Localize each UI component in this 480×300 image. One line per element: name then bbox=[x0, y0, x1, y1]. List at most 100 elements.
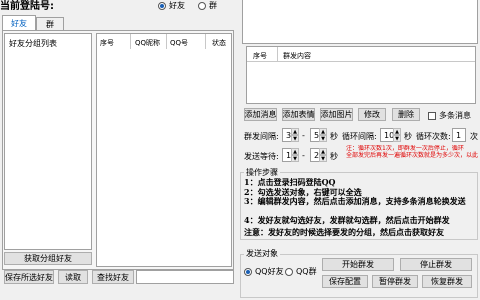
tab-friend[interactable]: 好友 bbox=[2, 15, 36, 30]
loop-interval-label: 循环间隔: bbox=[342, 132, 377, 141]
target-radio-qq-friend[interactable]: QQ好友 bbox=[244, 266, 284, 277]
checkbox-icon bbox=[428, 111, 436, 120]
spin-down-icon[interactable]: ▼ bbox=[291, 135, 299, 142]
edit-label: 修改 bbox=[364, 110, 380, 119]
col-divider bbox=[205, 34, 206, 49]
loop-seconds-label: 秒 bbox=[404, 132, 412, 141]
stop-send-label: 停止群发 bbox=[420, 260, 452, 269]
radio-selected-icon bbox=[158, 1, 166, 10]
top-right-area bbox=[242, 0, 478, 44]
spin-down-icon[interactable]: ▼ bbox=[291, 155, 299, 162]
spin-up-icon[interactable]: ▲ bbox=[291, 148, 299, 155]
loop-count-input[interactable]: 1 bbox=[452, 128, 466, 142]
stop-send-button[interactable]: 停止群发 bbox=[400, 258, 472, 271]
target-radio-qq-group[interactable]: QQ群 bbox=[285, 266, 317, 277]
group-list-title: 好友分组列表 bbox=[9, 39, 57, 48]
pause-send-label: 暂停群发 bbox=[379, 277, 411, 286]
spin-up-icon[interactable]: ▲ bbox=[319, 148, 327, 155]
loop-count-value: 1 bbox=[456, 130, 462, 140]
save-selected-friends-label: 保存所选好友 bbox=[5, 272, 53, 282]
header-radio-friend[interactable]: 好友 bbox=[158, 0, 185, 11]
tab-group[interactable]: 群 bbox=[36, 17, 64, 30]
loop-note-line-2: 全部发完后再发一遍循环次数就是为多少次，以此类推。 bbox=[346, 152, 478, 159]
msg-col-header-content: 群发内容 bbox=[283, 52, 311, 60]
current-login-label: 当前登陆号: bbox=[0, 1, 54, 12]
get-group-friends-label: 获取分组好友 bbox=[24, 254, 72, 263]
col-divider bbox=[166, 34, 167, 49]
wait-from-spinner[interactable]: ▲ ▼ bbox=[291, 148, 299, 162]
step-3: 3：编辑群发内容，然后点击添加消息，支持多条消息轮换发送 bbox=[244, 196, 466, 206]
add-message-label: 添加消息 bbox=[244, 110, 277, 119]
spin-up-icon[interactable]: ▲ bbox=[291, 128, 299, 135]
start-send-button[interactable]: 开始群发 bbox=[322, 258, 394, 271]
pause-send-button[interactable]: 暂停群发 bbox=[372, 275, 418, 288]
start-send-label: 开始群发 bbox=[342, 260, 374, 269]
interval-to-spinner[interactable]: ▲ ▼ bbox=[319, 128, 327, 142]
steps-note: 注意：发好友的时候选择要发的分组，然后点击获取好友 bbox=[244, 227, 444, 237]
interval-from-spinner[interactable]: ▲ ▼ bbox=[291, 128, 299, 142]
find-friend-label: 查找好友 bbox=[97, 272, 129, 282]
get-group-friends-button[interactable]: 获取分组好友 bbox=[4, 252, 92, 265]
col-header-qq: QQ号 bbox=[170, 39, 189, 47]
save-config-button[interactable]: 保存配置 bbox=[322, 275, 368, 288]
edit-button[interactable]: 修改 bbox=[358, 108, 386, 121]
wait-seconds-label: 秒 bbox=[330, 152, 338, 161]
message-table[interactable]: 序号 群发内容 bbox=[246, 46, 476, 104]
steps-title: 操作步骤 bbox=[244, 167, 280, 178]
radio-unselected-icon bbox=[285, 267, 293, 276]
radio-selected-icon bbox=[244, 267, 252, 276]
target-radio-qq-group-label: QQ群 bbox=[296, 267, 317, 276]
col-divider bbox=[277, 47, 278, 61]
multi-message-checkbox[interactable]: 多条消息 bbox=[428, 110, 471, 121]
wait-to-spinner[interactable]: ▲ ▼ bbox=[319, 148, 327, 162]
header-radio-friend-label: 好友 bbox=[169, 1, 185, 10]
loop-interval-spinner[interactable]: ▲ ▼ bbox=[393, 128, 401, 142]
add-image-button[interactable]: 添加图片 bbox=[320, 108, 353, 121]
interval-seconds-label: 秒 bbox=[330, 132, 338, 141]
loop-times-label: 次 bbox=[470, 132, 478, 141]
resume-send-label: 恢复群发 bbox=[431, 277, 463, 286]
col-header-status: 状态 bbox=[212, 39, 226, 47]
loop-count-label: 循环次数: bbox=[416, 132, 451, 141]
save-selected-friends-button[interactable]: 保存所选好友 bbox=[4, 270, 54, 284]
add-emoji-button[interactable]: 添加表情 bbox=[282, 108, 315, 121]
read-label: 读取 bbox=[65, 272, 81, 282]
loop-note: 注：循环次数1次，即群发一次后停止，循环 全部发完后再发一遍循环次数就是为多少次… bbox=[346, 145, 478, 159]
save-config-label: 保存配置 bbox=[329, 277, 361, 286]
target-title: 发送对象 bbox=[244, 248, 280, 259]
add-message-button[interactable]: 添加消息 bbox=[244, 108, 277, 121]
send-wait-label: 发送等待: bbox=[244, 152, 279, 161]
col-header-nickname: QQ昵称 bbox=[135, 39, 161, 47]
tab-friend-label: 好友 bbox=[11, 18, 27, 28]
send-interval-label: 群发间隔: bbox=[244, 132, 279, 141]
delete-button[interactable]: 删除 bbox=[392, 108, 420, 121]
add-image-label: 添加图片 bbox=[320, 110, 353, 119]
header-divider bbox=[247, 61, 475, 62]
delete-label: 删除 bbox=[398, 110, 414, 119]
target-radio-qq-friend-label: QQ好友 bbox=[255, 267, 284, 276]
radio-unselected-icon bbox=[198, 1, 206, 10]
spin-down-icon[interactable]: ▼ bbox=[393, 135, 401, 142]
wait-separator: - bbox=[302, 151, 305, 160]
add-emoji-label: 添加表情 bbox=[282, 110, 315, 119]
find-friend-input[interactable] bbox=[136, 270, 234, 284]
friend-table[interactable]: 序号 QQ昵称 QQ号 状态 bbox=[96, 33, 232, 267]
tab-group-label: 群 bbox=[46, 19, 54, 29]
loop-note-line-1: 注：循环次数1次，即群发一次后停止，循环 bbox=[346, 145, 464, 152]
header-radio-group[interactable]: 群 bbox=[198, 0, 217, 11]
interval-separator: - bbox=[302, 131, 305, 140]
group-list-panel[interactable]: 好友分组列表 bbox=[4, 33, 92, 250]
find-friend-button[interactable]: 查找好友 bbox=[92, 270, 134, 284]
multi-message-label: 多条消息 bbox=[439, 111, 471, 120]
col-divider bbox=[130, 34, 131, 49]
spin-up-icon[interactable]: ▲ bbox=[393, 128, 401, 135]
spin-up-icon[interactable]: ▲ bbox=[319, 128, 327, 135]
msg-col-header-index: 序号 bbox=[253, 52, 267, 60]
step-4: 4：发好友就勾选好友，发群就勾选群，然后点击开始群发 bbox=[244, 214, 450, 225]
spin-down-icon[interactable]: ▼ bbox=[319, 135, 327, 142]
resume-send-button[interactable]: 恢复群发 bbox=[422, 275, 472, 288]
spin-down-icon[interactable]: ▼ bbox=[319, 155, 327, 162]
steps-list: 1：点击登录扫码登陆QQ 2：勾选发送对象，右键可以全选 3：编辑群发内容，然后… bbox=[244, 178, 476, 225]
header-radio-group-label: 群 bbox=[209, 1, 217, 10]
read-button[interactable]: 读取 bbox=[58, 270, 88, 284]
